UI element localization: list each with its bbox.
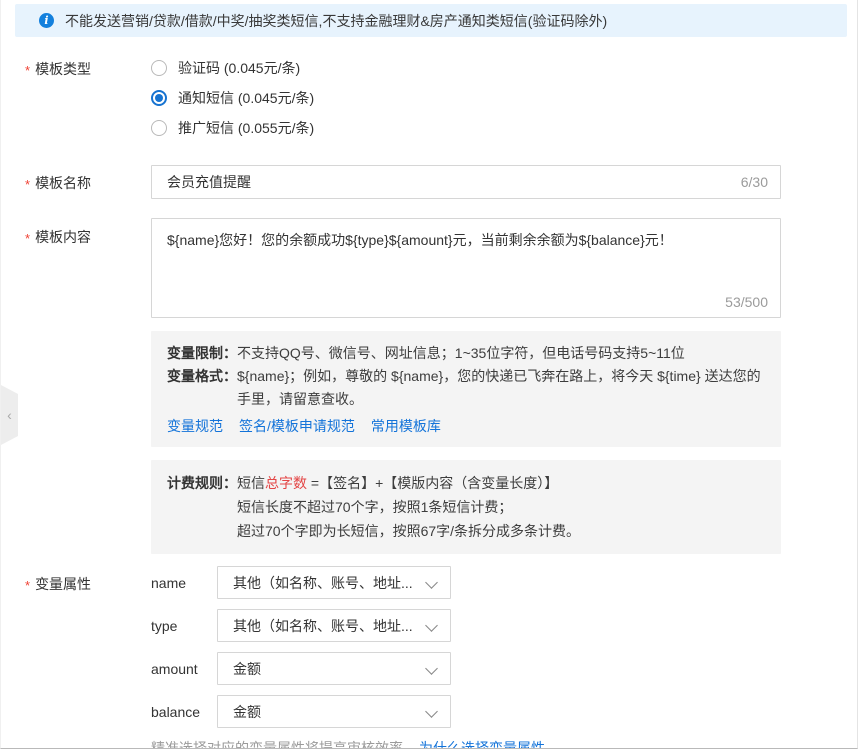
sms-template-form-page: i 不能发送营销/贷款/借款/中奖/抽奖类短信,不支持金融理财&房产通知类短信(… [0,0,858,749]
template-name-label: 模板名称 [1,165,151,194]
variable-tips-box: 变量限制： 不支持QQ号、微信号、网址信息；1~35位字符，但电话号码支持5~1… [151,331,781,447]
signature-template-spec-link[interactable]: 签名/模板申请规范 [239,416,355,436]
why-variable-attr-link[interactable]: 为什么选择变量属性 [419,740,545,749]
radio-option-verification-code[interactable]: 验证码 (0.045元/条) [151,53,857,83]
banner-text: 不能发送营销/贷款/借款/中奖/抽奖类短信,不支持金融理财&房产通知类短信(验证… [65,11,607,31]
template-name-row: 模板名称 6/30 [1,165,857,199]
attr-select-value: 金额 [233,659,261,679]
attr-row-name: name 其他（如名称、账号、地址... [151,566,857,599]
attr-select-name[interactable]: 其他（如名称、账号、地址... [217,566,451,599]
template-type-row: 模板类型 验证码 (0.045元/条) 通知短信 (0.045元/条) 推广短信… [1,53,857,143]
attr-var-name: type [151,618,217,634]
variable-spec-link[interactable]: 变量规范 [167,416,223,436]
variable-attrs-label: 变量属性 [1,566,151,595]
attr-select-balance[interactable]: 金额 [217,695,451,728]
attr-row-type: type 其他（如名称、账号、地址... [151,609,857,642]
billing-line1-pre: 短信 [237,475,265,491]
chevron-left-icon: ‹ [7,408,12,422]
radio-icon[interactable] [151,120,167,136]
variable-limit-label: 变量限制： [167,342,237,365]
template-content-counter: 53/500 [725,294,768,310]
chevron-down-icon [425,705,438,718]
radio-label: 推广短信 (0.055元/条) [178,118,314,138]
billing-rules-label: 计费规则： [167,471,237,495]
info-banner: i 不能发送营销/贷款/借款/中奖/抽奖类短信,不支持金融理财&房产通知类短信(… [15,4,847,37]
billing-rules-line1: 短信总字数 =【签名】+【模版内容（含变量长度）】 [237,471,765,495]
variable-attrs-row: 变量属性 name 其他（如名称、账号、地址... type 其他（如名称、账号… [1,566,857,749]
billing-rules-line3: 超过70个字即为长短信，按照67字/条拆分成多条计费。 [237,519,765,543]
radio-option-promotional-sms[interactable]: 推广短信 (0.055元/条) [151,113,857,143]
info-icon: i [39,13,54,28]
radio-icon[interactable] [151,60,167,76]
attr-select-value: 金额 [233,702,261,722]
template-type-options: 验证码 (0.045元/条) 通知短信 (0.045元/条) 推广短信 (0.0… [151,53,857,143]
template-content-textarea[interactable]: ${name}您好！您的余额成功${type}${amount}元，当前剩余余额… [152,219,780,317]
template-name-input[interactable] [152,166,780,198]
template-content-label: 模板内容 [1,218,151,248]
chevron-down-icon [425,619,438,632]
variable-limit-text: 不支持QQ号、微信号、网址信息；1~35位字符，但电话号码支持5~11位 [237,342,765,365]
template-content-textarea-wrap: ${name}您好！您的余额成功${type}${amount}元，当前剩余余额… [151,218,781,318]
attr-row-balance: balance 金额 [151,695,857,728]
variable-format-text: ${name}；例如，尊敬的 ${name}，您的快递已飞奔在路上，将今天 ${… [237,365,765,411]
variable-format-label: 变量格式： [167,365,237,411]
attr-row-amount: amount 金额 [151,652,857,685]
attr-select-value: 其他（如名称、账号、地址... [233,616,413,636]
billing-rules-line2: 短信长度不超过70个字，按照1条短信计费； [237,495,765,519]
attr-hint-text: 精准选择对应的变量属性将提高审核效率。 [151,740,417,749]
chevron-down-icon [425,576,438,589]
template-name-counter: 6/30 [741,174,768,190]
panel-collapse-handle[interactable]: ‹ [1,385,18,445]
attr-var-name: amount [151,661,217,677]
attr-select-type[interactable]: 其他（如名称、账号、地址... [217,609,451,642]
billing-line1-red: 总字数 [265,475,307,491]
radio-selected-icon[interactable] [151,90,167,106]
radio-option-notification-sms[interactable]: 通知短信 (0.045元/条) [151,83,857,113]
attr-select-amount[interactable]: 金额 [217,652,451,685]
attr-hint: 精准选择对应的变量属性将提高审核效率。为什么选择变量属性 [151,738,857,749]
template-content-row: 模板内容 ${name}您好！您的余额成功${type}${amount}元，当… [1,218,857,318]
template-name-input-wrap: 6/30 [151,165,781,199]
radio-label: 通知短信 (0.045元/条) [178,88,314,108]
billing-line1-post: =【签名】+【模版内容（含变量长度）】 [307,475,558,491]
attr-select-value: 其他（如名称、账号、地址... [233,573,413,593]
radio-label: 验证码 (0.045元/条) [178,58,300,78]
chevron-down-icon [425,662,438,675]
billing-rules-box: 计费规则： 短信总字数 =【签名】+【模版内容（含变量长度）】 计费规则： 短信… [151,460,781,554]
attr-var-name: balance [151,704,217,720]
attr-var-name: name [151,575,217,591]
common-template-library-link[interactable]: 常用模板库 [371,416,441,436]
template-type-label: 模板类型 [1,53,151,80]
